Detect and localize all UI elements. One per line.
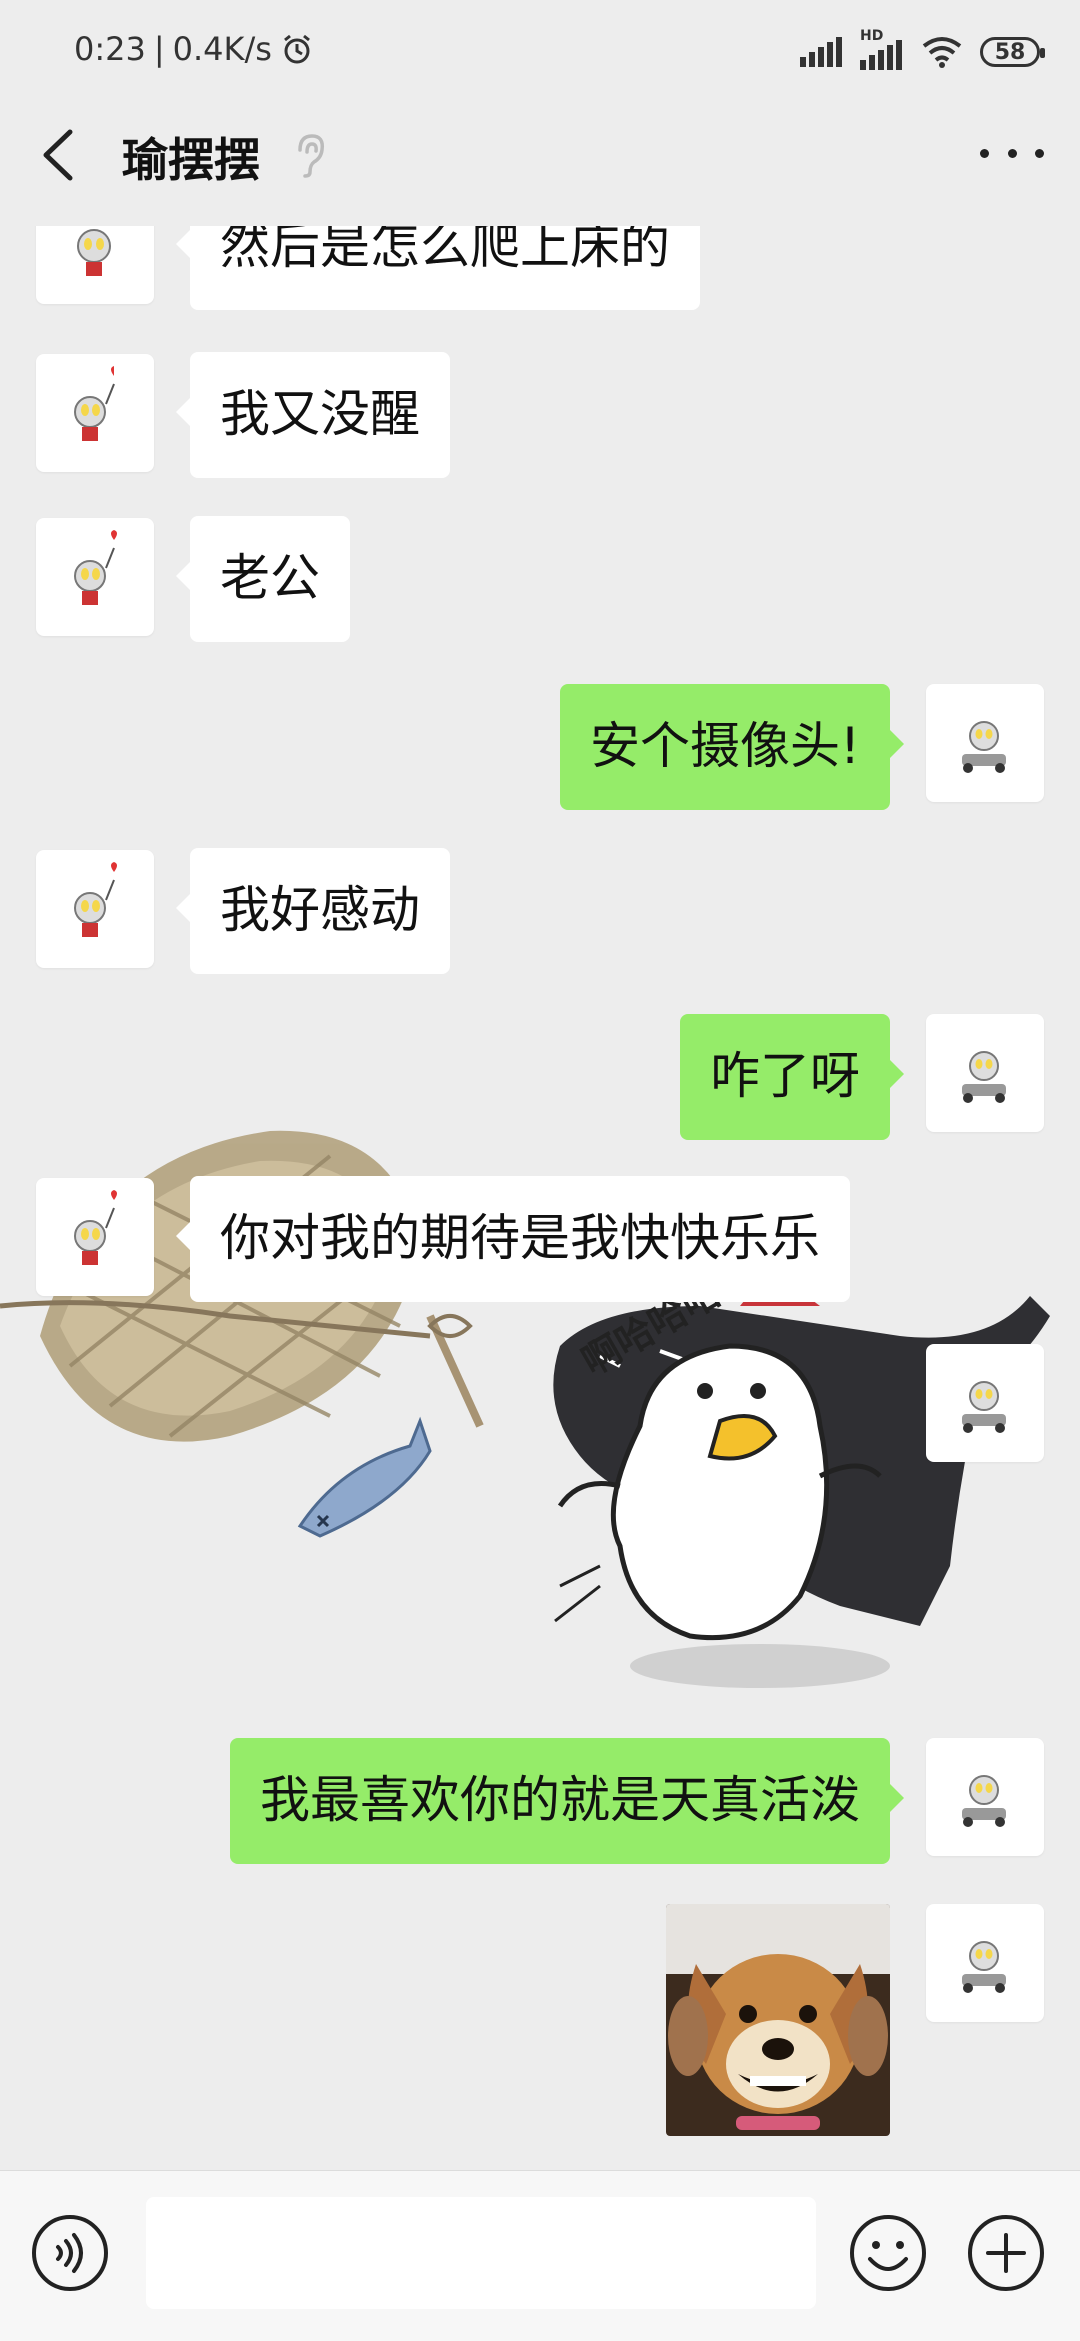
contact-avatar[interactable] [36,850,154,968]
ultraman-car-avatar-icon [962,1941,1006,1993]
alarm-icon [284,34,310,64]
back-arrow-icon[interactable] [30,120,90,190]
ultraman-balloon-avatar-icon [74,1190,117,1265]
chat-header: 瑜摆摆 [0,100,1080,226]
message-bubble-received[interactable]: 我又没醒 [176,352,450,478]
emoji-icon[interactable] [848,2213,928,2293]
status-time: 0:23 [74,30,146,68]
contact-avatar[interactable] [36,518,154,636]
message-bubble-received[interactable]: 你对我的期待是我快快乐乐 [176,1176,850,1302]
message-bubble-received[interactable]: 老公 [176,516,350,642]
message-bubble-sent[interactable]: 我最喜欢你的就是天真活泼 [230,1738,904,1864]
my-avatar[interactable] [926,1014,1044,1132]
my-avatar[interactable] [926,1344,1044,1462]
status-bar: 0:23 | 0.4K/s HD 58 [0,0,1080,100]
dot-icon [980,148,989,158]
message-bubble-received[interactable]: 然后是怎么爬上床的 [176,226,700,310]
status-separator: | [153,30,165,68]
dog-photo-icon [666,1904,890,2136]
my-avatar[interactable] [926,1904,1044,2022]
earpiece-mode-icon [298,134,325,178]
status-left: 0:23 | 0.4K/s [74,30,314,68]
ultraman-avatar-icon [77,229,111,276]
status-net-speed: 0.4K/s [172,30,272,68]
chat-message-list[interactable]: 啊哈哈哈哈哈 然后是怎么爬上床的 我又没醒 老公 安个摄像头! 我好感动 咋了呀… [0,226,1080,2170]
fish-illustration [297,1416,432,1538]
dot-icon [1007,148,1017,158]
message-bubble-sent[interactable]: 咋了呀 [680,1014,904,1140]
ultraman-car-avatar-icon [962,1775,1006,1827]
ultraman-car-avatar-icon [962,721,1006,773]
message-input-bar [0,2170,1080,2341]
my-avatar[interactable] [926,684,1044,802]
more-functions-plus-icon[interactable] [966,2213,1046,2293]
my-avatar[interactable] [926,1738,1044,1856]
signal-hd-icon: HD [860,28,904,70]
dog-photo-message[interactable] [666,1904,890,2136]
battery-level: 58 [994,39,1026,65]
battery-icon: 58 [980,37,1045,67]
message-input[interactable] [146,2197,816,2309]
ultraman-car-avatar-icon [962,1051,1006,1103]
contact-avatar[interactable] [36,354,154,472]
dot-icon [1035,148,1044,158]
contact-avatar[interactable] [36,1178,154,1296]
ultraman-balloon-avatar-icon [74,366,117,441]
message-bubble-received[interactable]: 我好感动 [176,848,450,974]
chat-title: 瑜摆摆 [122,133,260,187]
ultraman-balloon-avatar-icon [74,862,117,937]
wifi-icon [922,37,962,68]
more-options-button[interactable] [980,138,1044,168]
voice-input-icon[interactable] [30,2213,110,2293]
status-right: HD 58 [800,28,1045,74]
contact-avatar[interactable] [36,226,154,304]
signal-icon [800,37,842,67]
ultraman-car-avatar-icon [962,1381,1006,1433]
message-bubble-sent[interactable]: 安个摄像头! [559,684,905,810]
ultraman-balloon-avatar-icon [74,530,117,605]
